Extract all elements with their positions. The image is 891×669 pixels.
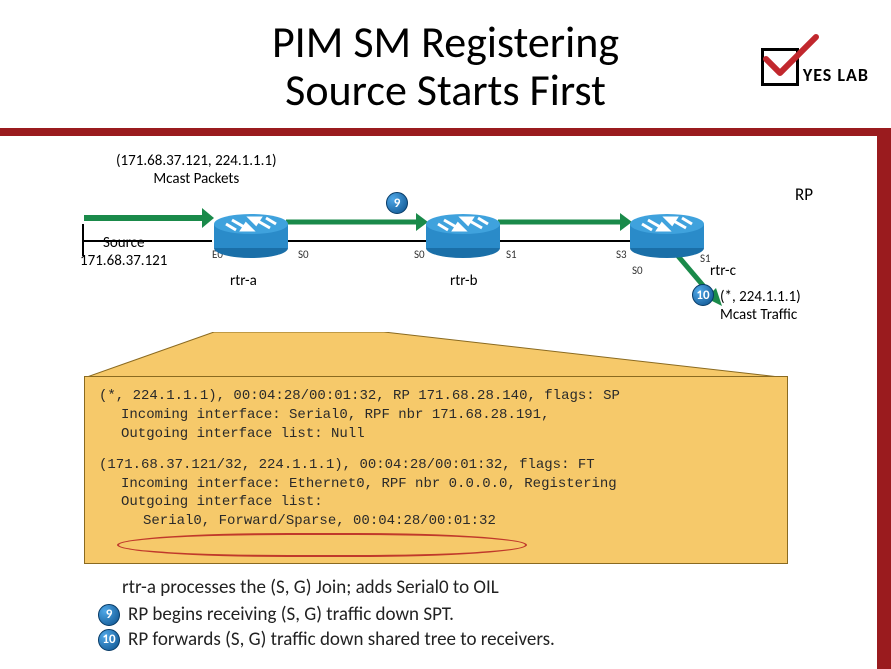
cli-highlight-line: Serial0, Forward/Sparse, 00:04:28/00:01:… — [99, 512, 773, 531]
step-10-badge: 10 — [98, 629, 120, 651]
step-9-marker: 9 — [386, 192, 408, 214]
arrow-rtrb-rtrc — [498, 210, 632, 234]
divider-top — [0, 128, 877, 136]
iface-s1-b: S1 — [506, 248, 517, 261]
link-rtra-rtrb — [288, 240, 428, 242]
iface-s0-c: S0 — [632, 264, 643, 277]
cli-line: (*, 224.1.1.1), 00:04:28/00:01:32, RP 17… — [99, 387, 773, 406]
step-10-text: RP forwards (S, G) traffic down shared t… — [128, 628, 555, 651]
router-c-icon — [628, 210, 706, 260]
cli-line: Incoming interface: Ethernet0, RPF nbr 0… — [99, 475, 773, 494]
step-row-9: 9 RP begins receiving (S, G) traffic dow… — [98, 603, 867, 626]
cli-callout: (*, 224.1.1.1), 00:04:28/00:01:32, RP 17… — [84, 332, 788, 564]
mcast-traffic-label: (*, 224.1.1.1) Mcast Traffic — [720, 288, 801, 324]
step-9-badge: 9 — [98, 604, 120, 626]
link-source-rtra — [82, 240, 212, 242]
arrow-rtra-rtrb — [286, 210, 428, 234]
iface-s0-a: S0 — [298, 248, 309, 261]
cli-line: Incoming interface: Serial0, RPF nbr 171… — [99, 406, 773, 425]
logo-checkbox — [761, 48, 799, 86]
yes-lab-logo: YES LAB — [761, 48, 869, 86]
rp-label: RP — [795, 184, 813, 205]
callout-pointer — [84, 332, 788, 378]
divider-right — [877, 128, 891, 669]
step-row-10: 10 RP forwards (S, G) traffic down share… — [98, 628, 867, 651]
rtr-a-label: rtr-a — [230, 272, 257, 290]
step-list: rtr-a processes the (S, G) Join; adds Se… — [98, 576, 867, 653]
title-line-2: Source Starts First — [285, 63, 606, 117]
checkmark-icon — [762, 33, 820, 81]
cli-line: Outgoing interface list: — [99, 493, 773, 512]
rtr-b-label: rtr-b — [450, 272, 478, 290]
iface-s3-c: S3 — [616, 248, 627, 261]
cli-line: Outgoing interface list: Null — [99, 425, 773, 444]
cli-output: (*, 224.1.1.1), 00:04:28/00:01:32, RP 17… — [84, 376, 788, 564]
step-10-marker: 10 — [692, 284, 714, 306]
cli-line: (171.68.37.121/32, 224.1.1.1), 00:04:28/… — [99, 456, 773, 475]
link-rtrb-rtrc — [500, 240, 630, 242]
router-b-icon — [424, 210, 502, 260]
highlight-circle — [117, 533, 527, 557]
slide-title: PIM SM Registering Source Starts First — [0, 18, 891, 115]
arrow-source-in — [84, 206, 214, 230]
step-text-top: rtr-a processes the (S, G) Join; adds Se… — [122, 576, 867, 599]
title-line-1: PIM SM Registering — [272, 15, 619, 69]
router-a-icon — [212, 210, 290, 260]
step-9-text: RP begins receiving (S, G) traffic down … — [128, 603, 454, 626]
network-diagram: (171.68.37.121, 224.1.1.1) Mcast Packets… — [60, 152, 861, 332]
mcast-packets-label: (171.68.37.121, 224.1.1.1) Mcast Packets — [116, 152, 277, 188]
